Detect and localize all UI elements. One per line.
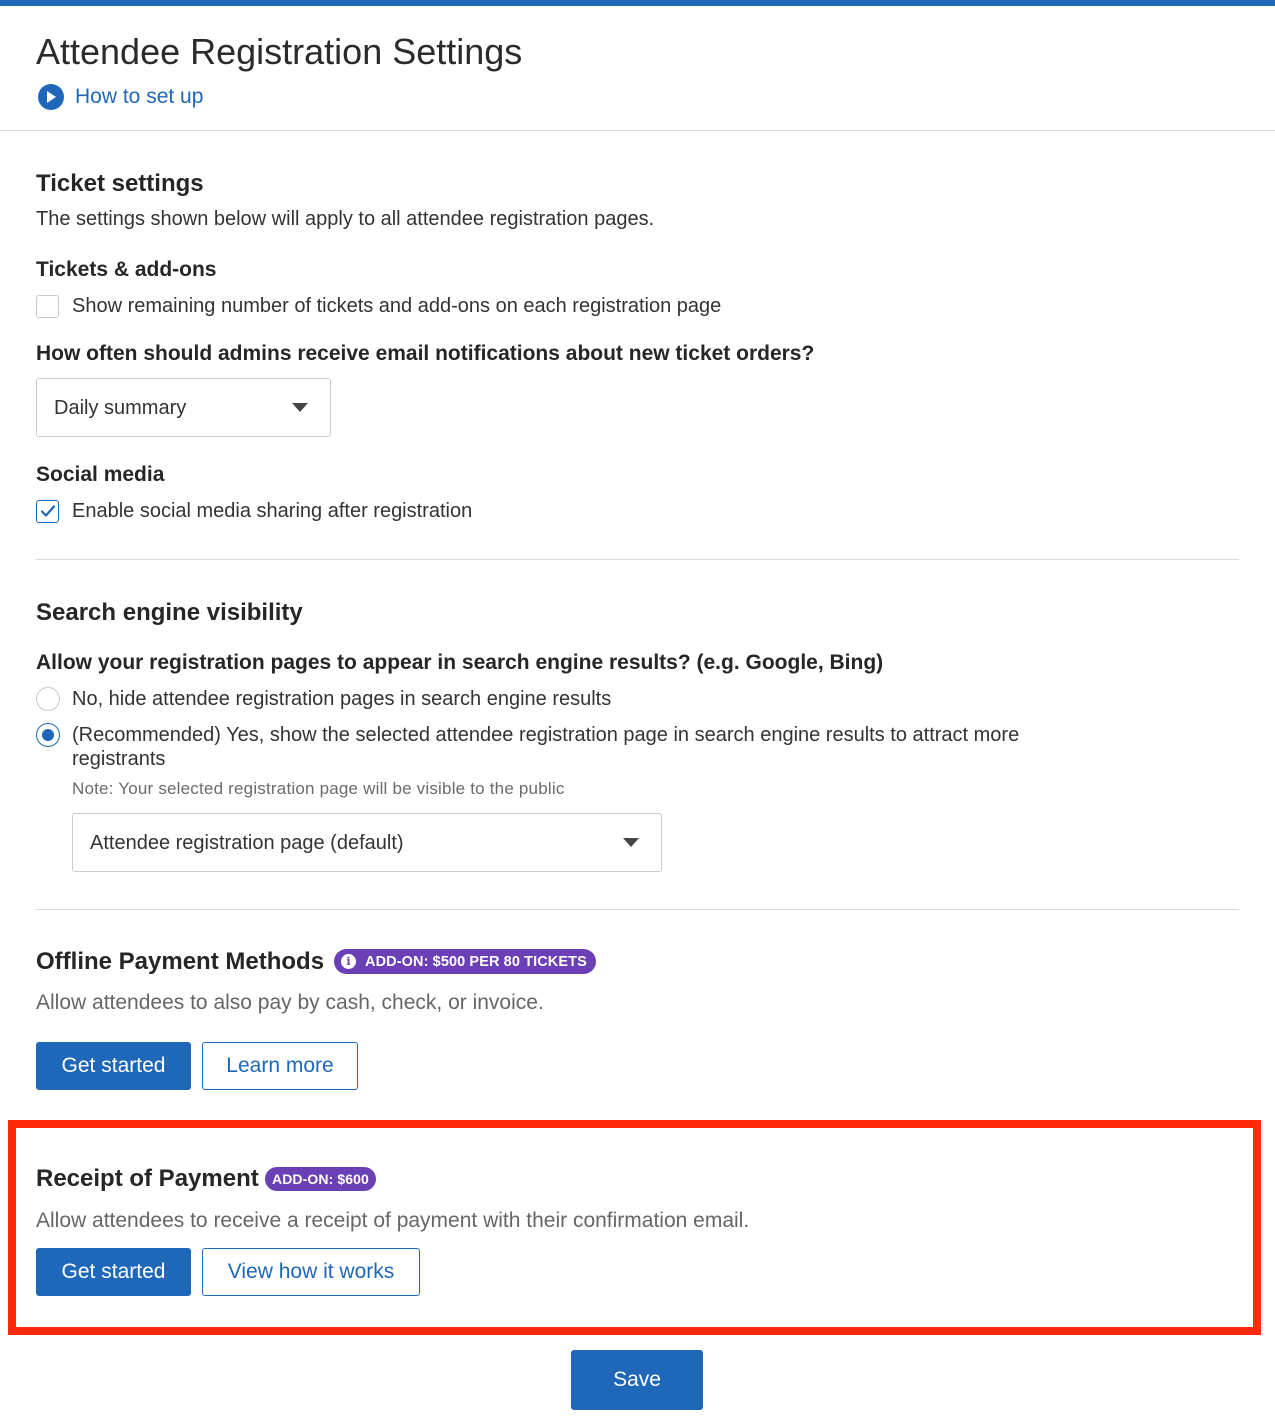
notification-frequency-value: Daily summary bbox=[54, 396, 187, 419]
radio-button[interactable] bbox=[36, 687, 60, 711]
offline-payment-badge-text: ADD-ON: $500 PER 80 TICKETS bbox=[365, 953, 587, 970]
save-button[interactable]: Save bbox=[571, 1350, 703, 1410]
receipt-payment-description: Allow attendees to receive a receipt of … bbox=[36, 1209, 750, 1232]
registration-page-value: Attendee registration page (default) bbox=[90, 831, 404, 854]
check-icon bbox=[40, 505, 55, 517]
ticket-settings-title: Ticket settings bbox=[36, 170, 204, 197]
offline-payment-description: Allow attendees to also pay by cash, che… bbox=[36, 991, 544, 1014]
search-engine-title: Search engine visibility bbox=[36, 599, 303, 626]
page-title: Attendee Registration Settings bbox=[36, 31, 523, 72]
receipt-payment-view-how-button[interactable]: View how it works bbox=[202, 1248, 420, 1296]
visibility-note: Note: Your selected registration page wi… bbox=[72, 779, 565, 798]
radio-show-pages[interactable]: (Recommended) Yes, show the selected att… bbox=[36, 723, 1032, 771]
radio-hide-pages[interactable]: No, hide attendee registration pages in … bbox=[36, 687, 1032, 711]
how-to-set-up-label: How to set up bbox=[75, 85, 204, 108]
registration-page-select[interactable]: Attendee registration page (default) bbox=[72, 813, 662, 872]
how-to-set-up-link[interactable]: How to set up bbox=[38, 83, 203, 111]
offline-payment-title: Offline Payment Methods bbox=[36, 948, 325, 975]
social-sharing-checkbox[interactable]: Enable social media sharing after regist… bbox=[36, 499, 472, 523]
receipt-payment-get-started-button[interactable]: Get started bbox=[36, 1248, 191, 1296]
caret-down-icon bbox=[623, 838, 639, 847]
radio-button-selected[interactable] bbox=[36, 723, 60, 747]
checkbox-checked[interactable] bbox=[36, 499, 59, 523]
receipt-payment-title: Receipt of Payment bbox=[36, 1165, 259, 1192]
play-icon bbox=[38, 84, 64, 110]
receipt-payment-addon-badge: ADD-ON: $600 bbox=[265, 1167, 376, 1191]
offline-payment-get-started-button[interactable]: Get started bbox=[36, 1042, 191, 1090]
caret-down-icon bbox=[292, 403, 308, 412]
info-icon: i bbox=[341, 954, 356, 969]
ticket-settings-description: The settings shown below will apply to a… bbox=[36, 208, 655, 230]
search-engine-question: Allow your registration pages to appear … bbox=[36, 651, 884, 674]
radio-hide-pages-label: No, hide attendee registration pages in … bbox=[72, 688, 612, 710]
section-divider bbox=[36, 559, 1239, 560]
radio-show-pages-label: (Recommended) Yes, show the selected att… bbox=[72, 724, 1020, 770]
checkbox-unchecked[interactable] bbox=[36, 294, 59, 318]
offline-payment-addon-badge: i ADD-ON: $500 PER 80 TICKETS bbox=[334, 949, 596, 974]
notification-frequency-question: How often should admins receive email no… bbox=[36, 342, 815, 365]
show-remaining-tickets-label: Show remaining number of tickets and add… bbox=[72, 295, 722, 317]
header-divider bbox=[0, 130, 1275, 131]
social-sharing-label: Enable social media sharing after regist… bbox=[72, 500, 473, 522]
notification-frequency-select[interactable]: Daily summary bbox=[36, 378, 331, 437]
section-divider bbox=[36, 909, 1239, 910]
offline-payment-learn-more-button[interactable]: Learn more bbox=[202, 1042, 358, 1090]
social-media-label: Social media bbox=[36, 463, 165, 486]
tickets-addons-label: Tickets & add-ons bbox=[36, 258, 217, 281]
top-accent-bar bbox=[0, 0, 1275, 6]
show-remaining-tickets-checkbox[interactable]: Show remaining number of tickets and add… bbox=[36, 294, 721, 318]
